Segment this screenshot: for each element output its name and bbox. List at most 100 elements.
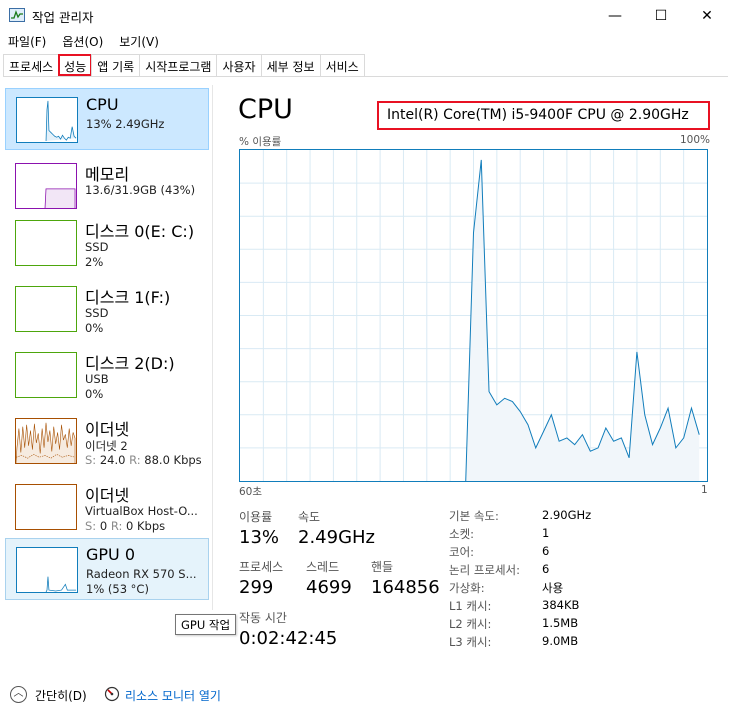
cpu-utilization-chart <box>239 149 708 482</box>
resource-name: 메모리 <box>85 165 130 184</box>
tab-users[interactable]: 사용자 <box>216 54 262 76</box>
spec-value: 사용 <box>542 581 564 595</box>
resource-item-disk-0[interactable]: 디스크 0(E: C:) SSD 2% <box>5 212 209 274</box>
speed-label: 속도 <box>298 510 321 524</box>
menu-options[interactable]: 옵션(O) <box>54 31 111 51</box>
send-value: 0 <box>99 519 108 533</box>
resource-name: 이더넷 <box>85 420 130 439</box>
menu-view[interactable]: 보기(V) <box>111 31 167 51</box>
resource-name: 디스크 1(F:) <box>85 288 171 307</box>
resource-detail-2: 1% (53 °C) <box>86 582 149 596</box>
menu-bar: 파일(F) 옵션(O) 보기(V) <box>0 31 167 51</box>
resource-item-ethernet-2[interactable]: 이더넷 VirtualBox Host-O... S: 0 R: 0 Kbps <box>5 476 209 538</box>
disk1-thumbnail-graph <box>15 286 77 332</box>
fewer-details-link[interactable]: 간단히(D) <box>35 687 87 704</box>
tab-processes[interactable]: 프로세스 <box>3 54 60 76</box>
page-title: CPU <box>238 94 293 125</box>
resource-name: CPU <box>86 95 119 114</box>
resource-detail: Radeon RX 570 S... <box>86 567 197 581</box>
minimize-button[interactable]: — <box>592 0 638 31</box>
send-label: S: <box>85 453 97 467</box>
resource-detail: VirtualBox Host-O... <box>85 504 198 518</box>
receive-value: 0 Kbps <box>126 519 166 533</box>
resource-item-gpu-0[interactable]: GPU 0 Radeon RX 570 S... 1% (53 °C) <box>5 538 209 600</box>
chart-area-fill <box>465 159 700 481</box>
task-manager-icon <box>9 8 25 22</box>
resource-name: 디스크 2(D:) <box>85 354 175 373</box>
resource-detail: SSD <box>85 240 109 254</box>
resource-name: 이더넷 <box>85 486 130 505</box>
resource-detail: 13% 2.49GHz <box>86 117 165 131</box>
processes-value: 299 <box>239 577 274 598</box>
spec-label: L3 캐시: <box>449 635 492 649</box>
resource-detail: USB <box>85 372 109 386</box>
open-resource-monitor-link[interactable]: 리소스 모니터 열기 <box>125 687 221 704</box>
spec-value: 1 <box>542 526 550 540</box>
receive-value: 88.0 Kbps <box>144 453 202 467</box>
speed-value: 2.49GHz <box>298 527 376 548</box>
resource-item-ethernet-1[interactable]: 이더넷 이더넷 2 S: 24.0 R: 88.0 Kbps <box>5 410 209 472</box>
spec-label: 논리 프로세서: <box>449 563 521 577</box>
resource-detail-2: 0% <box>85 387 104 401</box>
cpu-thumbnail-graph <box>16 97 78 143</box>
handles-label: 핸들 <box>371 560 394 574</box>
spec-value: 9.0MB <box>542 634 579 648</box>
gpu-tooltip: GPU 작업 <box>175 614 237 635</box>
footer-bar: ︿ 간단히(D) 리소스 모니터 열기 <box>0 680 730 710</box>
spec-label: 코어: <box>449 545 475 559</box>
chevron-up-icon[interactable]: ︿ <box>10 686 27 703</box>
disk2-thumbnail-graph <box>15 352 77 398</box>
spec-label: L1 캐시: <box>449 599 492 613</box>
window-title: 작업 관리자 <box>32 10 94 25</box>
tab-performance[interactable]: 성능 <box>58 54 93 76</box>
resource-detail: 이더넷 2 <box>85 439 128 453</box>
spec-value: 6 <box>542 544 550 558</box>
spec-label: 가상화: <box>449 581 485 595</box>
maximize-button[interactable]: ☐ <box>638 0 684 31</box>
resource-list[interactable]: CPU 13% 2.49GHz 메모리 13.6/31.9GB (43%) 디스… <box>0 85 213 610</box>
spec-label: L2 캐시: <box>449 617 492 631</box>
send-label: S: <box>85 519 97 533</box>
tab-startup[interactable]: 시작프로그램 <box>139 54 218 76</box>
spec-value: 2.90GHz <box>542 508 592 522</box>
cpu-model-name: Intel(R) Core(TM) i5-9400F CPU @ 2.90GHz <box>377 101 710 130</box>
tab-app-history[interactable]: 앱 기록 <box>91 54 141 76</box>
spec-value: 384KB <box>542 598 580 612</box>
tab-strip: 프로세스 성능 앱 기록 시작프로그램 사용자 세부 정보 서비스 <box>3 54 728 77</box>
y-axis-label: % 이용률 <box>239 136 282 148</box>
task-manager-window: 작업 관리자 — ☐ ✕ 파일(F) 옵션(O) 보기(V) 프로세스 성능 앱… <box>0 0 730 720</box>
send-value: 24.0 <box>99 453 126 467</box>
menu-file[interactable]: 파일(F) <box>0 31 54 51</box>
uptime-label: 작동 시간 <box>239 611 287 625</box>
resource-name: GPU 0 <box>86 545 136 564</box>
resource-item-disk-2[interactable]: 디스크 2(D:) USB 0% <box>5 344 209 406</box>
threads-label: 스레드 <box>306 560 340 574</box>
resource-detail-2: S: 24.0 R: 88.0 Kbps <box>85 453 202 467</box>
resource-detail-2: 0% <box>85 321 104 335</box>
tab-details[interactable]: 세부 정보 <box>260 54 321 76</box>
handles-value: 164856 <box>371 577 440 598</box>
receive-label: R: <box>110 519 123 533</box>
x-axis-label: 60초 <box>239 486 263 498</box>
resource-detail-2: S: 0 R: 0 Kbps <box>85 519 165 533</box>
disk0-thumbnail-graph <box>15 220 77 266</box>
gpu-thumbnail-graph <box>16 547 78 593</box>
ethernet2-thumbnail-graph <box>15 484 77 530</box>
resource-item-memory[interactable]: 메모리 13.6/31.9GB (43%) <box>5 155 209 217</box>
utilization-value: 13% <box>239 527 280 548</box>
y-axis-max-label: 100% <box>680 134 711 146</box>
resource-item-cpu[interactable]: CPU 13% 2.49GHz <box>5 88 209 150</box>
ethernet1-thumbnail-graph <box>15 418 77 464</box>
utilization-label: 이용률 <box>239 510 273 524</box>
processes-label: 프로세스 <box>239 560 284 574</box>
close-button[interactable]: ✕ <box>684 0 730 31</box>
resource-name: 디스크 0(E: C:) <box>85 222 195 241</box>
tab-services[interactable]: 서비스 <box>319 54 365 76</box>
resource-detail-2: 2% <box>85 255 104 269</box>
memory-thumbnail-graph <box>15 163 77 209</box>
resource-monitor-icon[interactable] <box>104 686 120 702</box>
title-bar[interactable]: 작업 관리자 — ☐ ✕ <box>0 0 730 31</box>
resource-item-disk-1[interactable]: 디스크 1(F:) SSD 0% <box>5 278 209 340</box>
threads-value: 4699 <box>306 577 352 598</box>
resource-detail: SSD <box>85 306 109 320</box>
